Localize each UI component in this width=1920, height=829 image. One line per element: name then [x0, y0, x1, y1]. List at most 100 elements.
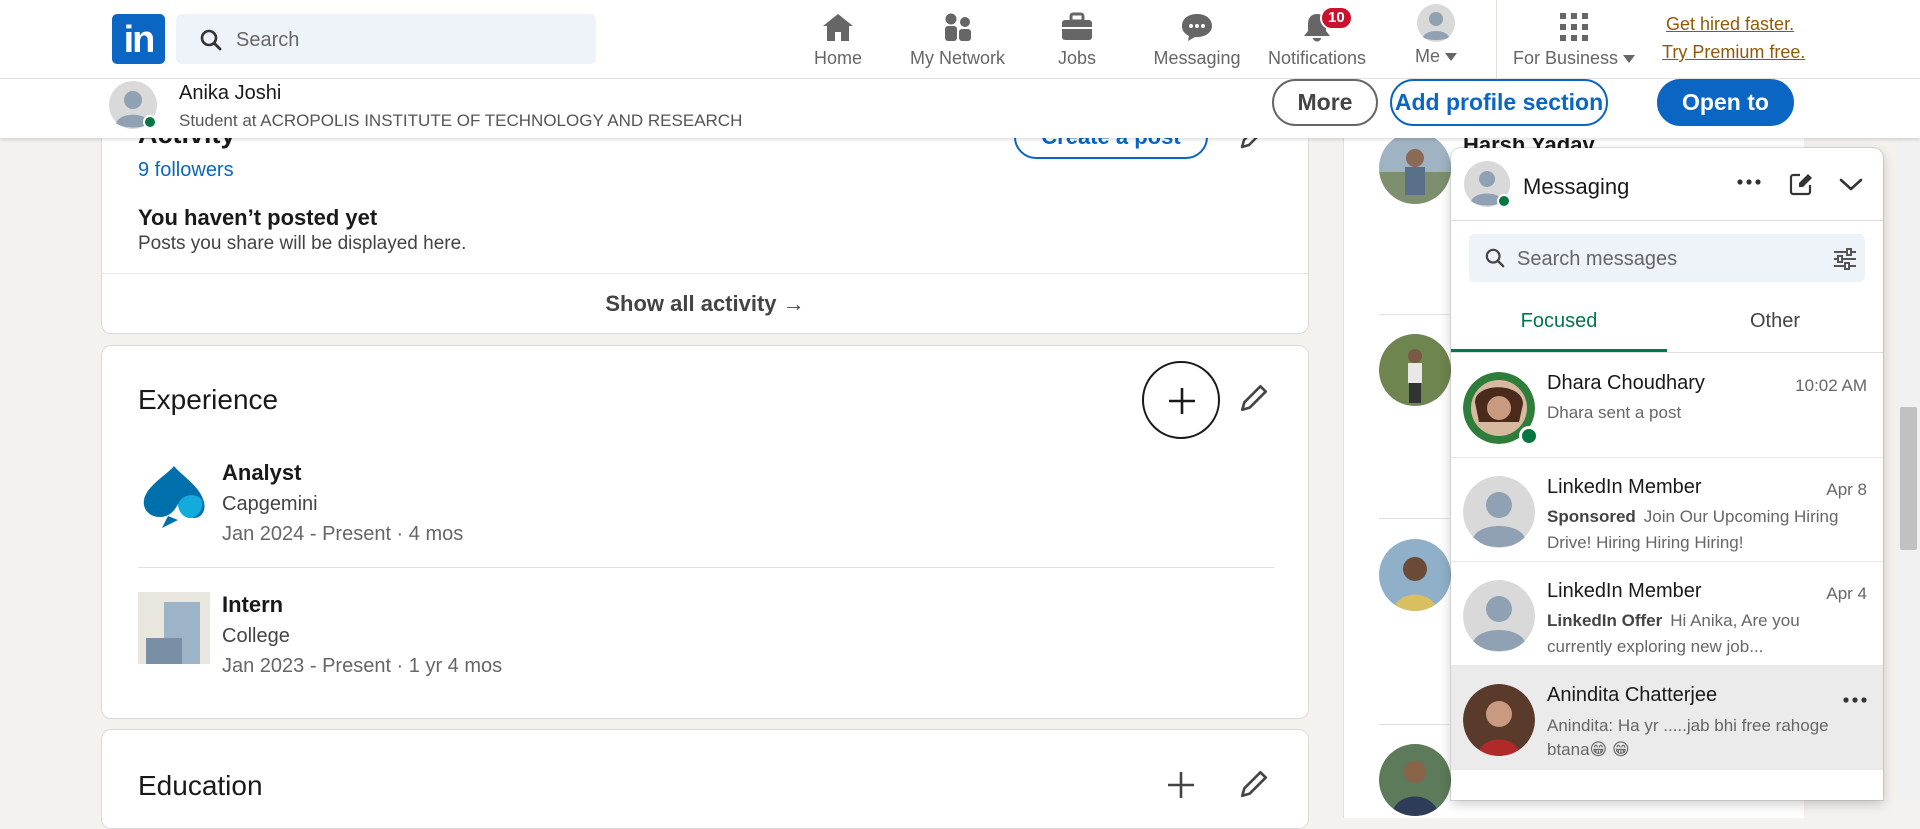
nav-for-business[interactable]: For Business: [1512, 8, 1636, 72]
conversation-avatar: [1463, 684, 1535, 756]
nav-home[interactable]: Home: [802, 8, 874, 72]
experience-role: Analyst: [222, 460, 302, 485]
company-placeholder-logo: [138, 592, 210, 664]
offer-label: LinkedIn Offer: [1547, 611, 1663, 630]
conversation-time: 10:02 AM: [1795, 376, 1867, 395]
search-input[interactable]: [234, 22, 578, 58]
pencil-icon[interactable]: [1238, 768, 1270, 800]
nav-jobs[interactable]: Jobs: [1040, 8, 1114, 72]
conversation-preview: Sponsored Join Our Upcoming Hiring Drive!…: [1547, 507, 1839, 552]
add-profile-section-button[interactable]: Add profile section: [1390, 79, 1608, 126]
divider: [1379, 518, 1449, 519]
conversation-avatar: [1463, 476, 1535, 548]
chevron-down-icon: [1445, 53, 1457, 62]
nav-for-business-label: For Business: [1512, 48, 1619, 68]
profile-avatar: [108, 80, 158, 130]
global-search[interactable]: [176, 14, 596, 64]
online-status: [1519, 426, 1539, 446]
plus-icon: [1169, 388, 1195, 414]
avatar: [1463, 160, 1511, 208]
messaging-panel: Messaging Focused Other Dhara Choudhary …: [1451, 148, 1883, 800]
no-posts-title: You haven’t posted yet: [138, 205, 378, 230]
education-card: Education: [101, 729, 1309, 829]
experience-role: Intern: [222, 592, 284, 617]
search-icon: [1485, 248, 1505, 268]
scrollbar-thumb[interactable]: [1900, 407, 1917, 550]
tab-focused[interactable]: Focused: [1451, 296, 1667, 352]
conversation-preview: Dhara sent a post: [1547, 403, 1682, 422]
experience-item[interactable]: Analyst Capgemini Jan 2024 - Present · 4…: [138, 460, 1274, 560]
filter-icon[interactable]: [1833, 248, 1857, 270]
message-search[interactable]: [1469, 234, 1865, 282]
tab-other[interactable]: Other: [1667, 296, 1883, 352]
add-experience-button[interactable]: [1142, 361, 1220, 439]
messaging-icon: [1180, 12, 1214, 42]
messaging-title: Messaging: [1523, 174, 1630, 199]
sidebar-person-avatar[interactable]: [1379, 744, 1451, 816]
nav-jobs-label: Jobs: [1057, 48, 1097, 68]
divider: [102, 273, 1308, 274]
followers-count[interactable]: 9 followers: [138, 159, 234, 182]
conversation-time: Apr 8: [1826, 480, 1867, 499]
network-icon: [941, 12, 975, 42]
more-options-icon[interactable]: [1737, 178, 1761, 186]
more-button[interactable]: More: [1272, 79, 1378, 126]
conversation-preview: Anindita: Ha yr .....jab bhi free rahoge…: [1547, 716, 1829, 759]
premium-link-line1[interactable]: Get hired faster.: [1666, 14, 1794, 35]
conversation-avatar: [1463, 580, 1535, 652]
conversation-name: Dhara Choudhary: [1547, 372, 1705, 394]
capgemini-logo: [138, 460, 210, 532]
compose-icon[interactable]: [1789, 172, 1813, 196]
nav-messaging[interactable]: Messaging: [1150, 8, 1244, 72]
conversation-item[interactable]: LinkedIn Member Apr 4 LinkedIn Offer Hi A…: [1451, 562, 1883, 666]
sticky-profile-bar: Anika Joshi Student at ACROPOLIS INSTITU…: [0, 79, 1920, 138]
experience-dates: Jan 2023 - Present · 1 yr 4 mos: [222, 655, 503, 677]
notification-badge: 10: [1320, 6, 1353, 30]
nav-home-label: Home: [813, 48, 862, 68]
divider: [138, 567, 1274, 568]
experience-company: Capgemini: [222, 493, 318, 515]
nav-my-network[interactable]: My Network: [900, 8, 1015, 72]
conversation-item[interactable]: Dhara Choudhary 10:02 AM Dhara sent a po…: [1451, 354, 1883, 458]
sidebar-person-avatar[interactable]: [1379, 132, 1451, 204]
pencil-icon[interactable]: [1238, 382, 1270, 414]
nav-notifications-label: Notifications: [1267, 48, 1367, 68]
profile-name: Anika Joshi: [179, 82, 282, 104]
conversation-name: LinkedIn Member: [1547, 476, 1702, 498]
experience-card: Experience Analyst Capgemini Jan 2024 - …: [101, 345, 1309, 719]
experience-dates: Jan 2024 - Present · 4 mos: [222, 523, 464, 545]
sidebar-person-avatar[interactable]: [1379, 334, 1451, 406]
conversation-item[interactable]: Anindita Chatterjee Anindita: Ha yr ....…: [1451, 666, 1883, 770]
avatar: [1417, 4, 1455, 42]
search-messages-input[interactable]: [1515, 242, 1819, 276]
show-all-activity-link[interactable]: Show all activity →: [102, 291, 1308, 317]
premium-link-line2[interactable]: Try Premium free.: [1662, 42, 1805, 63]
linkedin-logo[interactable]: in: [112, 14, 165, 64]
conversation-preview: LinkedIn Offer Hi Anika, Are you currentl…: [1547, 611, 1800, 656]
nav-notifications[interactable]: 10 Notifications: [1262, 6, 1372, 72]
plus-icon[interactable]: [1166, 770, 1196, 800]
chevron-down-icon[interactable]: [1839, 178, 1863, 192]
divider: [1379, 314, 1449, 315]
sponsored-label: Sponsored: [1547, 507, 1636, 526]
nav-my-network-label: My Network: [909, 48, 1005, 68]
conversation-time: Apr 4: [1826, 584, 1867, 603]
chevron-down-icon: [1623, 55, 1636, 64]
conversation-name: Anindita Chatterjee: [1547, 684, 1718, 706]
experience-company: College: [222, 625, 290, 647]
open-to-button[interactable]: Open to: [1657, 79, 1794, 126]
conversation-item[interactable]: LinkedIn Member Apr 8 Sponsored Join Our …: [1451, 458, 1883, 562]
no-posts-subtitle: Posts you share will be displayed here.: [138, 233, 467, 254]
messaging-header[interactable]: Messaging: [1451, 148, 1883, 221]
more-options-icon[interactable]: [1843, 696, 1867, 704]
nav-me-label: Me: [1414, 46, 1440, 66]
experience-title: Experience: [138, 384, 279, 415]
top-navigation: in Home My Network Jobs Messaging: [0, 0, 1920, 79]
briefcase-icon: [1060, 12, 1094, 42]
sidebar-person-avatar[interactable]: [1379, 539, 1451, 611]
experience-item[interactable]: Intern College Jan 2023 - Present · 1 yr…: [138, 592, 1274, 692]
nav-messaging-label: Messaging: [1153, 48, 1241, 68]
messaging-tabs: Focused Other: [1451, 296, 1883, 353]
nav-me[interactable]: Me: [1400, 4, 1472, 72]
divider: [1379, 724, 1449, 725]
